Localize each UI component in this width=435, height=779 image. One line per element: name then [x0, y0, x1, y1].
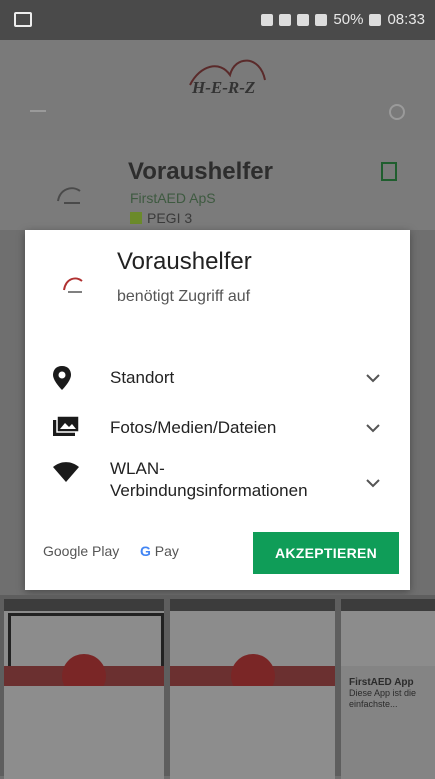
status-icons: 50% 08:33 — [261, 11, 425, 28]
signal-icon — [315, 13, 328, 26]
gpay-g: G — [140, 543, 151, 559]
google-pay-logo: G Pay — [140, 543, 179, 559]
google-play-logo: Google Play — [43, 543, 120, 559]
battery-icon — [369, 13, 382, 26]
pegi-rating: PEGI 3 — [130, 210, 192, 226]
permission-label: Fotos/Medien/Dateien — [110, 418, 277, 437]
nfc-icon — [279, 13, 292, 26]
photos-folder-icon — [53, 416, 79, 436]
wishlist-icon[interactable] — [381, 162, 397, 181]
pegi-label: PEGI 3 — [147, 210, 193, 226]
back-arrow-icon[interactable] — [30, 110, 46, 112]
search-icon[interactable] — [389, 104, 405, 120]
screenshot-3[interactable]: FirstAED App Diese App ist die einfachst… — [341, 599, 435, 779]
store-app-name: Voraushelfer — [128, 158, 273, 185]
store-app-info: Voraushelfer FirstAED ApS PEGI 3 — [0, 140, 435, 230]
chevron-down-icon[interactable] — [366, 423, 380, 433]
dialog-title: Voraushelfer — [117, 248, 252, 275]
wifi-icon — [53, 462, 79, 482]
clock: 08:33 — [387, 11, 425, 28]
pegi-icon — [130, 212, 142, 224]
location-pin-icon — [53, 366, 71, 390]
chevron-down-icon[interactable] — [366, 478, 380, 488]
screenshot-header — [341, 611, 435, 666]
dialog-app-icon — [63, 277, 83, 293]
app-icon — [57, 187, 81, 204]
screenshots-carousel[interactable]: FirstAED App Diese App ist die einfachst… — [0, 595, 435, 779]
chevron-down-icon[interactable] — [366, 373, 380, 383]
accept-button[interactable]: AKZEPTIEREN — [253, 532, 399, 574]
screenshot-statusbar — [4, 599, 164, 611]
logo-text: H-E-R-Z — [191, 78, 255, 97]
dialog-footer: Google Play G Pay AKZEPTIEREN — [25, 530, 410, 580]
screenshot-1[interactable] — [4, 599, 164, 779]
permission-wifi[interactable]: WLAN- Verbindungsinformationen — [25, 458, 410, 508]
permission-dialog: Voraushelfer benötigt Zugriff auf Stando… — [25, 230, 410, 590]
screenshot-title: FirstAED App — [349, 677, 414, 688]
permission-label: WLAN- Verbindungsinformationen — [110, 459, 308, 500]
screenshot-2[interactable] — [170, 599, 335, 779]
bluetooth-icon — [261, 13, 274, 26]
image-notification-icon — [14, 12, 32, 27]
permission-label: Standort — [110, 368, 175, 387]
wifi-status-icon — [297, 13, 310, 26]
screenshot-map — [170, 686, 335, 779]
screenshot-text: FirstAED App Diese App ist die einfachst… — [349, 677, 433, 710]
permission-photos-media[interactable]: Fotos/Medien/Dateien — [25, 413, 410, 443]
battery-percent: 50% — [333, 11, 364, 28]
screenshot-body: Diese App ist die einfachste... — [349, 688, 417, 709]
herz-logo: H-E-R-Z — [189, 59, 266, 97]
status-bar: 50% 08:33 — [0, 0, 435, 40]
store-developer[interactable]: FirstAED ApS — [130, 190, 216, 206]
screenshot-statusbar — [341, 599, 435, 611]
gpay-text: Pay — [154, 543, 179, 559]
screenshot-map — [4, 686, 164, 779]
dialog-subtitle: benötigt Zugriff auf — [117, 288, 251, 305]
permission-location[interactable]: Standort — [25, 363, 410, 393]
screenshot-statusbar — [170, 599, 335, 611]
